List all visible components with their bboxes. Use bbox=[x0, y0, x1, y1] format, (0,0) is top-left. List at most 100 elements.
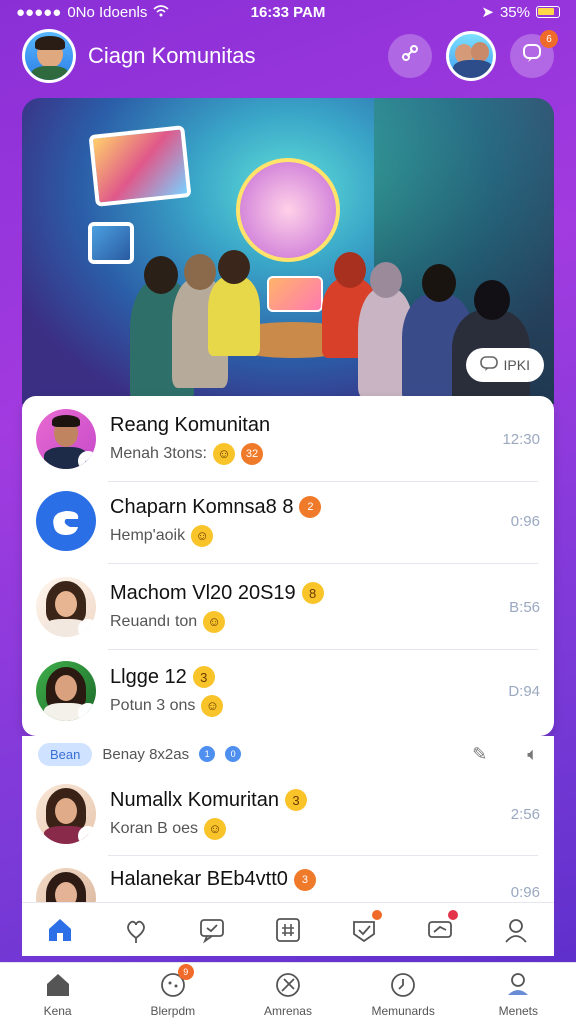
nav-badge: 9 bbox=[177, 963, 194, 980]
featured-group-circle bbox=[236, 158, 340, 262]
filter-badge-1: 1 bbox=[199, 746, 216, 762]
list-item-time: B:56 bbox=[509, 598, 540, 616]
notification-dot bbox=[372, 909, 382, 920]
list-item-title: Machom Vl20 20S19 bbox=[110, 581, 296, 604]
check-shield-icon bbox=[353, 920, 375, 942]
filter-label: Benay 8x2as bbox=[102, 745, 190, 763]
list-item-subtitle: Potun 3 ons bbox=[110, 696, 196, 714]
tools-icon bbox=[273, 970, 303, 1000]
status-time: 16:33 PAM bbox=[250, 3, 326, 21]
heart-pin-icon bbox=[127, 920, 145, 943]
list-item[interactable]: Halanekar BEb4vtt0 3 0:96 bbox=[22, 856, 554, 904]
smile-emoji-icon: ☺ bbox=[204, 817, 227, 840]
secondary-list: Bean Benay 8x2as 1 0 ✎ 🔈︎ ◔ Numallx Komu… bbox=[22, 736, 554, 904]
share-chat-icon bbox=[428, 920, 452, 938]
bottom-nav: Kena 9 Blerpdm Amrenas Memunards Menets bbox=[0, 962, 576, 1024]
list-item-time: 0:96 bbox=[510, 512, 540, 530]
nav-profile[interactable]: Menets bbox=[473, 970, 563, 1018]
home-icon bbox=[43, 970, 73, 1000]
list-item[interactable]: ◔ Machom Vl20 20S19 8 Reuandı ton ☺ B:56 bbox=[22, 564, 554, 650]
floating-photo-3 bbox=[267, 276, 323, 312]
list-item[interactable]: ◔ Llgge 12 3 Potun 3 ons ☺ D:94 bbox=[22, 648, 554, 734]
smile-emoji-icon: ☺ bbox=[201, 694, 224, 717]
list-item-time: D:94 bbox=[508, 682, 540, 700]
unread-badge: 32 bbox=[240, 442, 263, 465]
community-list: ✓ Reang Komunitan Menah 3tons: ☺ 32 12:3… bbox=[22, 396, 554, 736]
title-badge: 8 bbox=[301, 582, 324, 604]
share-tab[interactable] bbox=[422, 909, 458, 948]
nav-label: Amrenas bbox=[263, 1003, 312, 1018]
notification-badge: 6 bbox=[540, 30, 558, 48]
list-item-avatar bbox=[36, 491, 96, 551]
person-icon bbox=[505, 918, 527, 943]
nav-label: Menets bbox=[498, 1003, 539, 1018]
title-badge: 3 bbox=[192, 666, 215, 688]
nav-tools[interactable]: Amrenas bbox=[243, 970, 333, 1018]
status-bar: ●●●●● 0No Idoenls 16:33 PAM ➤ 35% bbox=[0, 0, 576, 24]
volume-icon[interactable]: 🔈︎ bbox=[527, 744, 538, 765]
filter-chip[interactable]: Bean bbox=[38, 742, 93, 766]
profile-icon bbox=[503, 970, 533, 1000]
list-item-time: 0:96 bbox=[510, 884, 540, 901]
list-item[interactable]: ◔ Numallx Komuritan 3 Koran B oes ☺ 2:56 bbox=[22, 772, 554, 856]
nav-home[interactable]: Kena bbox=[13, 970, 103, 1018]
inner-tab-bar bbox=[22, 902, 554, 956]
messages-button[interactable]: 6 bbox=[510, 30, 558, 78]
nav-label: Kena bbox=[43, 1003, 72, 1018]
floating-photo-2 bbox=[88, 222, 134, 264]
list-item[interactable]: ✓ Reang Komunitan Menah 3tons: ☺ 32 12:3… bbox=[22, 396, 554, 482]
carrier-label: 0No Idoenls bbox=[67, 3, 148, 21]
list-item-time: 2:56 bbox=[510, 805, 540, 823]
user-avatar[interactable] bbox=[22, 29, 76, 83]
chat-tab[interactable] bbox=[194, 912, 230, 948]
list-item-avatar: ✓ bbox=[36, 409, 96, 469]
battery-percent: 35% bbox=[499, 3, 530, 21]
message-icon bbox=[200, 918, 224, 944]
search-button[interactable] bbox=[388, 34, 432, 78]
home-icon bbox=[49, 918, 71, 941]
list-item-title: Reang Komunitan bbox=[110, 413, 271, 436]
smile-emoji-icon: ☺ bbox=[203, 610, 226, 633]
tasks-tab[interactable] bbox=[346, 909, 382, 948]
clock-icon bbox=[388, 970, 418, 1000]
smile-emoji-icon: ☺ bbox=[191, 524, 214, 547]
nav-explore[interactable]: 9 Blerpdm bbox=[128, 963, 218, 1018]
profile-tab[interactable] bbox=[498, 912, 534, 948]
smile-emoji-icon: ☺ bbox=[212, 442, 235, 465]
hero-action-pill[interactable]: IPKI bbox=[465, 348, 544, 382]
app-header: Ciagn Komunitas 6 bbox=[0, 28, 576, 84]
grid-tab[interactable] bbox=[270, 912, 306, 948]
battery-icon bbox=[536, 6, 560, 18]
edit-icon[interactable]: ✎ bbox=[472, 744, 487, 765]
list-item-subtitle: Reuandı ton bbox=[110, 612, 198, 630]
nav-label: Memunards bbox=[371, 1003, 435, 1018]
home-tab[interactable] bbox=[42, 912, 78, 948]
status-icon: ◔ bbox=[78, 826, 96, 844]
person-3 bbox=[208, 250, 260, 356]
location-icon: ➤ bbox=[481, 4, 494, 21]
list-item-avatar: ◔ bbox=[36, 661, 96, 721]
floating-photo-1 bbox=[88, 125, 192, 207]
comment-icon bbox=[479, 355, 498, 375]
link-icon bbox=[400, 43, 420, 69]
list-item-subtitle: Koran B oes bbox=[110, 819, 199, 837]
status-icon: ◔ bbox=[78, 703, 96, 721]
list-item-title: Numallx Komuritan bbox=[110, 788, 279, 811]
signal-icon: ●●●●● bbox=[16, 3, 62, 21]
list-item-avatar: ◔ bbox=[36, 577, 96, 637]
heart-tab[interactable] bbox=[118, 912, 154, 948]
nav-history[interactable]: Memunards bbox=[358, 970, 448, 1018]
list-item[interactable]: Chaparn Komnsa8 8 2 Hemp'aoik ☺ 0:96 bbox=[22, 478, 554, 564]
wifi-icon bbox=[153, 4, 169, 21]
list-item-avatar bbox=[36, 868, 96, 904]
hero-banner-image[interactable]: IPKI bbox=[22, 98, 554, 404]
filter-badge-2: 0 bbox=[225, 746, 242, 762]
verified-icon: ✓ bbox=[78, 451, 96, 469]
list-item-title: Llgge 12 bbox=[110, 665, 187, 688]
list-item-subtitle: Hemp'aoik bbox=[110, 526, 186, 544]
title-badge: 2 bbox=[299, 496, 322, 518]
list-item-title: Chaparn Komnsa8 8 bbox=[110, 495, 294, 518]
notification-dot bbox=[448, 909, 458, 920]
list-item-title: Halanekar BEb4vtt0 bbox=[110, 868, 288, 890]
group-avatar[interactable] bbox=[446, 31, 496, 81]
